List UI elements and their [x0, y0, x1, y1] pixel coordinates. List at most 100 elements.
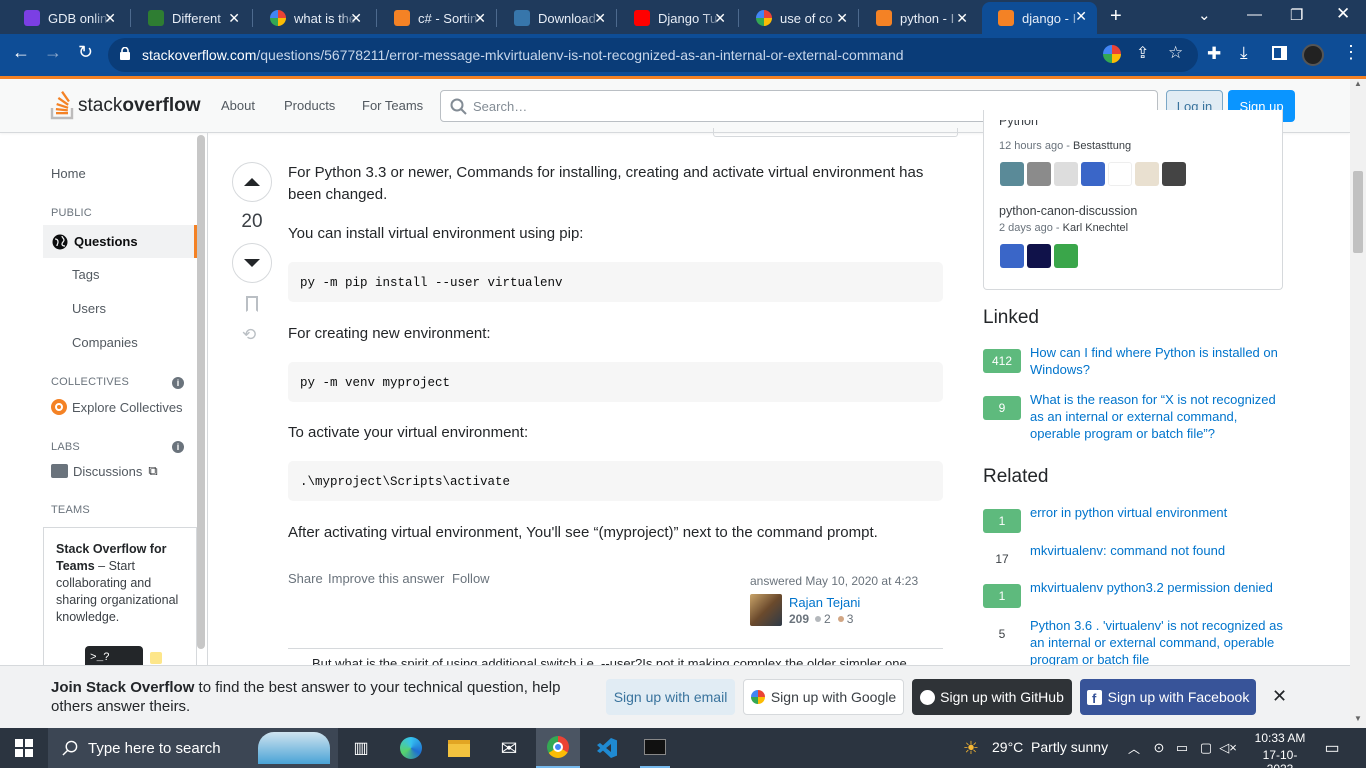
- avatar[interactable]: [1081, 162, 1105, 186]
- stackoverflow-logo[interactable]: stack overflow: [50, 88, 200, 120]
- sidebar-item-users[interactable]: Users: [72, 301, 106, 316]
- forward-button[interactable]: →: [44, 42, 62, 63]
- browser-tab[interactable]: django - I ✕: [982, 2, 1097, 34]
- browser-tab[interactable]: c# - Sortin ✕: [378, 4, 496, 32]
- signup-google-button[interactable]: Sign up with Google: [743, 679, 904, 715]
- user-name-link[interactable]: Rajan Tejani: [789, 595, 860, 610]
- weather-icon[interactable]: ☀: [958, 728, 984, 768]
- collective-item-2-title[interactable]: python-canon-discussion: [999, 204, 1137, 218]
- close-tab-icon[interactable]: ✕: [1075, 8, 1087, 25]
- nav-products[interactable]: Products: [284, 98, 335, 113]
- sidebar-item-tags[interactable]: Tags: [72, 267, 99, 282]
- notifications-icon[interactable]: ▭: [1322, 728, 1342, 768]
- sidepanel-icon[interactable]: [1272, 46, 1287, 60]
- answered-timestamp[interactable]: answered May 10, 2020 at 4:23: [750, 574, 918, 588]
- close-banner-button[interactable]: ✕: [1272, 686, 1287, 707]
- sidebar-item-questions[interactable]: Questions: [43, 225, 197, 258]
- network-icon[interactable]: ⊙: [1152, 728, 1166, 768]
- related-question-link[interactable]: error in python virtual environment: [1030, 504, 1285, 521]
- improve-answer-link[interactable]: Improve this answer: [328, 571, 444, 586]
- browser-tab[interactable]: Different ✕: [132, 4, 250, 32]
- avatar[interactable]: [1027, 162, 1051, 186]
- clock-time[interactable]: 10:33 AM: [1252, 731, 1308, 745]
- close-tab-icon[interactable]: ✕: [104, 10, 116, 27]
- share-link[interactable]: Share: [288, 571, 323, 586]
- avatar[interactable]: [1027, 244, 1051, 268]
- restore-button[interactable]: ❐: [1290, 6, 1303, 24]
- linked-question-link[interactable]: How can I find where Python is installed…: [1030, 344, 1285, 378]
- related-question-link[interactable]: mkvirtualenv: command not found: [1030, 542, 1285, 559]
- collectives-info-icon[interactable]: i: [172, 377, 184, 389]
- close-window-button[interactable]: ✕: [1336, 4, 1350, 24]
- scroll-down-arrow[interactable]: ▼: [1354, 714, 1362, 723]
- upvote-button[interactable]: [232, 162, 272, 202]
- signup-github-button[interactable]: Sign up with GitHub: [912, 679, 1072, 715]
- new-tab-button[interactable]: +: [1110, 5, 1122, 28]
- minimize-button[interactable]: —: [1247, 6, 1262, 23]
- follow-link[interactable]: Follow: [452, 571, 490, 586]
- avatar[interactable]: [1000, 162, 1024, 186]
- display-icon[interactable]: ▢: [1198, 728, 1214, 768]
- browser-tab[interactable]: Download ✕: [498, 4, 616, 32]
- collective-item-1-title[interactable]: Python: [999, 120, 1038, 129]
- signup-email-button[interactable]: Sign up with email: [606, 679, 735, 715]
- avatar[interactable]: [1162, 162, 1186, 186]
- close-tab-icon[interactable]: ✕: [228, 10, 240, 27]
- avatar[interactable]: [1135, 162, 1159, 186]
- sidebar-item-companies[interactable]: Companies: [72, 335, 138, 350]
- file-explorer-icon[interactable]: [444, 728, 474, 768]
- labs-info-icon[interactable]: i: [172, 441, 184, 453]
- sidebar-scrollbar[interactable]: [197, 135, 205, 649]
- weather-text[interactable]: 29°C Partly sunny: [992, 739, 1108, 755]
- taskbar-search-box[interactable]: Type here to search: [48, 728, 338, 768]
- page-scrollbar[interactable]: ▲ ▼: [1350, 79, 1366, 728]
- close-tab-icon[interactable]: ✕: [714, 10, 726, 27]
- back-button[interactable]: ←: [12, 42, 30, 63]
- related-question-link[interactable]: Python 3.6 . 'virtualenv' is not recogni…: [1030, 617, 1285, 665]
- history-icon[interactable]: ⟲: [242, 325, 256, 345]
- browser-tab[interactable]: Django Tu ✕: [618, 4, 736, 32]
- nav-about[interactable]: About: [221, 98, 255, 113]
- sidebar-item-home[interactable]: Home: [51, 166, 86, 181]
- browser-tab[interactable]: use of co ✕: [740, 4, 858, 32]
- browser-tab[interactable]: what is the ✕: [254, 4, 372, 32]
- signup-facebook-button[interactable]: f Sign up with Facebook: [1080, 679, 1256, 715]
- reload-button[interactable]: ↻: [78, 42, 93, 63]
- avatar[interactable]: [1054, 162, 1078, 186]
- lock-icon[interactable]: [120, 46, 130, 60]
- clock-date[interactable]: 17-10-2023: [1250, 748, 1310, 776]
- address-bar[interactable]: stackoverflow.com/questions/56778211/err…: [108, 38, 1198, 72]
- close-tab-icon[interactable]: ✕: [956, 10, 968, 27]
- scroll-thumb[interactable]: [1353, 171, 1363, 253]
- terminal-icon[interactable]: [640, 728, 670, 768]
- browser-tab[interactable]: GDB online ✕: [8, 4, 126, 32]
- close-tab-icon[interactable]: ✕: [594, 10, 606, 27]
- bookmark-star-icon[interactable]: ☆: [1168, 43, 1183, 63]
- chrome-icon[interactable]: [536, 728, 580, 768]
- nav-for-teams[interactable]: For Teams: [362, 98, 423, 113]
- avatar[interactable]: [1054, 244, 1078, 268]
- download-icon[interactable]: ⤓: [1240, 43, 1248, 63]
- extensions-icon[interactable]: ✚: [1207, 44, 1221, 64]
- user-avatar[interactable]: [750, 594, 782, 626]
- sidebar-item-discussions[interactable]: Discussions ⧉: [51, 463, 158, 479]
- volume-icon[interactable]: ◁×: [1219, 728, 1237, 768]
- start-button[interactable]: [0, 728, 48, 768]
- share-icon[interactable]: ⇪: [1136, 43, 1149, 63]
- browser-tab[interactable]: python - I ✕: [860, 4, 978, 32]
- close-tab-icon[interactable]: ✕: [836, 10, 848, 27]
- tab-search-icon[interactable]: ⌄: [1198, 6, 1211, 24]
- vscode-icon[interactable]: [592, 728, 622, 768]
- edge-icon[interactable]: [396, 728, 426, 768]
- close-tab-icon[interactable]: ✕: [474, 10, 486, 27]
- task-view-icon[interactable]: ▥: [348, 728, 374, 768]
- battery-icon[interactable]: ▭: [1174, 728, 1190, 768]
- mail-icon[interactable]: ✉: [494, 728, 524, 768]
- close-tab-icon[interactable]: ✕: [350, 10, 362, 27]
- related-question-link[interactable]: mkvirtualenv python3.2 permission denied: [1030, 579, 1285, 596]
- linked-question-link[interactable]: What is the reason for “X is not recogni…: [1030, 391, 1285, 442]
- profile-avatar[interactable]: [1302, 44, 1324, 66]
- avatar[interactable]: [1000, 244, 1024, 268]
- sidebar-item-explore-collectives[interactable]: Explore Collectives: [51, 399, 183, 415]
- menu-icon[interactable]: ⋮: [1342, 42, 1360, 63]
